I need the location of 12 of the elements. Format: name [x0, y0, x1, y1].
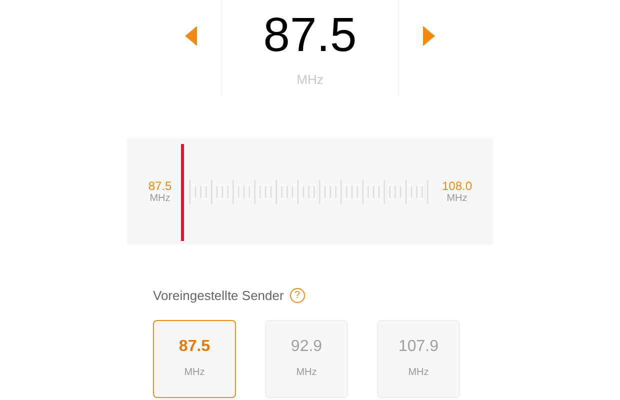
help-icon[interactable]: ? — [290, 288, 305, 304]
left-triangle-icon — [185, 26, 197, 46]
min-unit: MHz — [150, 192, 170, 204]
max-frequency: 108.0 — [442, 178, 472, 192]
preset-button[interactable]: 92.9 MHz — [265, 320, 348, 398]
min-frequency: 87.5 — [148, 178, 172, 192]
presets-title: Voreingestellte Sender — [153, 287, 284, 305]
max-unit: MHz — [446, 192, 468, 204]
frequency-value: 87.5 — [263, 8, 357, 64]
preset-button[interactable]: 107.9 MHz — [377, 320, 460, 398]
preset-button[interactable]: 87.5 MHz — [153, 320, 236, 398]
right-triangle-icon — [423, 26, 435, 46]
